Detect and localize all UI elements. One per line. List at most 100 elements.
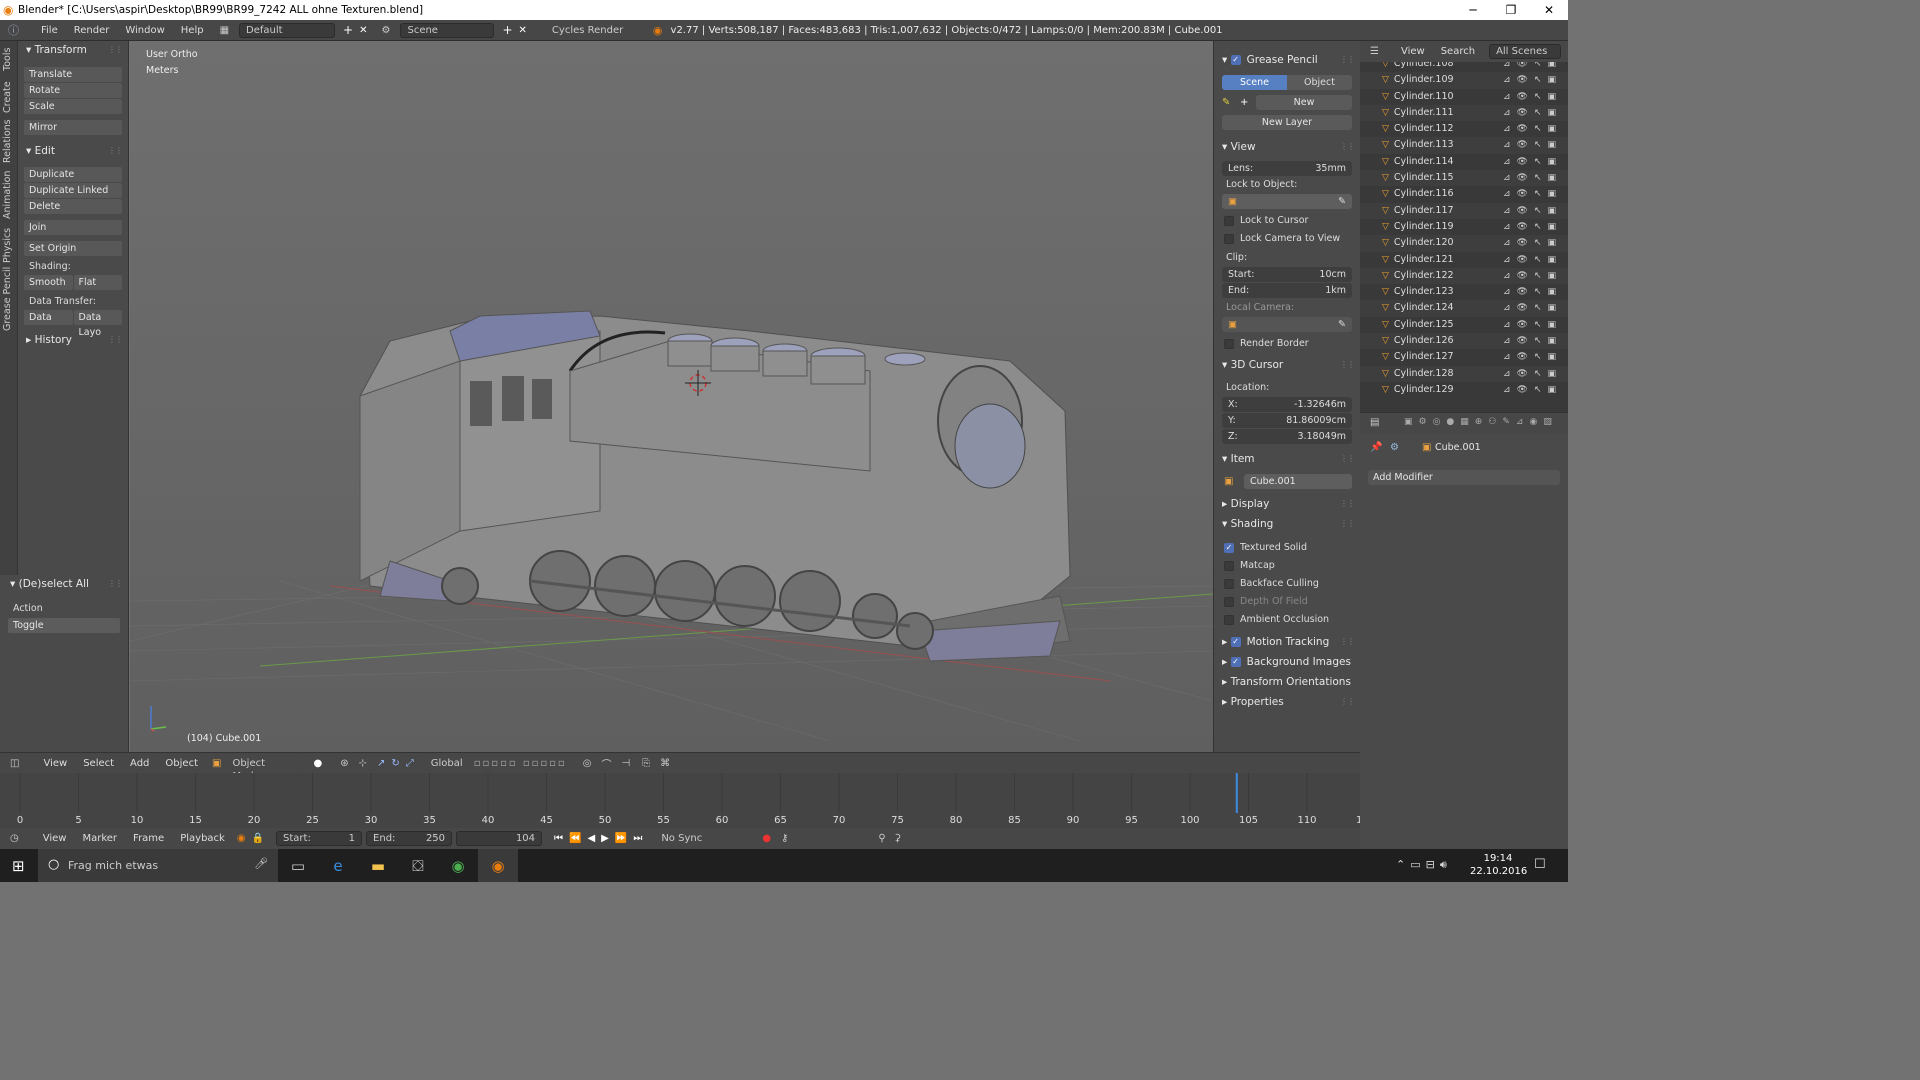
mode-selector[interactable]: Object Mode xyxy=(225,755,302,782)
delete-keyframe-icon[interactable]: ⚳ xyxy=(894,833,901,844)
outliner-list[interactable]: ▽ Cylinder.108 ⊿👁︎↖▣ ▽ Cylinder.109 ⊿👁︎↖▣ ▽ Cyl… xyxy=(1360,62,1568,412)
timeline[interactable]: 0 5 10 15 20 25 30 35 40 45 50 55 60 65 70 75 80 85 90 95 10… xyxy=(0,773,1360,828)
timeline-editor-icon[interactable]: ◷ xyxy=(10,833,19,844)
notifications-icon[interactable]: ☐ xyxy=(1534,857,1546,872)
outliner-item[interactable]: ▽ Cylinder.119 ⊿👁︎↖▣ xyxy=(1360,219,1568,235)
camera-eyedropper-icon[interactable]: ✎ xyxy=(1338,317,1346,332)
menu-help[interactable]: Help xyxy=(173,25,212,36)
translate-button[interactable]: Translate xyxy=(24,67,122,82)
eyedropper-icon[interactable]: ✎ xyxy=(1338,194,1346,209)
data-button[interactable]: Data xyxy=(24,310,73,325)
3d-cursor-panel-header[interactable]: ▾ 3D Cursor ⋮⋮ xyxy=(1214,356,1360,374)
opengl-render-icon[interactable]: ⌘ xyxy=(660,758,670,769)
clip-end-field[interactable]: End: 1km xyxy=(1222,283,1352,298)
motion-tracking-header[interactable]: ▸ ✓ Motion Tracking ⋮⋮ xyxy=(1214,633,1360,651)
outliner-item[interactable]: ▽ Cylinder.111 ⊿👁︎↖▣ xyxy=(1360,104,1568,122)
action-selector[interactable]: Toggle xyxy=(8,618,120,633)
current-frame-field[interactable]: 104 xyxy=(456,831,543,846)
visibility-icons[interactable]: ⊿👁︎↖▣ xyxy=(1503,72,1562,88)
render-preview-icon[interactable]: ⎘ xyxy=(642,758,650,769)
add-modifier-button[interactable]: Add Modifier xyxy=(1368,470,1560,485)
visibility-icons[interactable]: ⊿👁︎↖▣ xyxy=(1503,89,1562,105)
orientation-selector[interactable]: Global xyxy=(423,755,464,771)
flat-button[interactable]: Flat xyxy=(73,275,122,290)
visibility-icons[interactable]: ⊿👁︎↖▣ xyxy=(1503,268,1562,284)
maximize-button[interactable]: ❐ xyxy=(1492,0,1530,20)
microphone-icon[interactable]: 🎤︎ xyxy=(254,857,268,870)
manipulator-icon[interactable]: ⊹ xyxy=(359,758,367,769)
lens-field[interactable]: Lens: 35mm xyxy=(1222,161,1352,176)
frame-menu[interactable]: Frame xyxy=(125,833,172,844)
outliner-item[interactable]: ▽ Cylinder.122 ⊿👁︎↖▣ xyxy=(1360,267,1568,285)
clock[interactable]: 19:14 22.10.2016 xyxy=(1470,852,1527,878)
backface-culling-option[interactable]: Backface Culling xyxy=(1214,575,1360,593)
ambient-occlusion-option[interactable]: Ambient Occlusion xyxy=(1214,611,1360,629)
visibility-icons[interactable]: ⊿👁︎↖▣ xyxy=(1503,382,1562,398)
menu-file[interactable]: File xyxy=(33,25,66,36)
lock-object-field[interactable]: ▣ ✎ xyxy=(1222,194,1352,209)
start-frame-field[interactable]: Start: 1 xyxy=(276,831,363,846)
outliner-item[interactable]: ▽ Cylinder.112 ⊿👁︎↖▣ xyxy=(1360,121,1568,137)
outliner-item[interactable]: ▽ Cylinder.120 ⊿👁︎↖▣ xyxy=(1360,235,1568,252)
outliner-item[interactable]: ▽ Cylinder.110 ⊿👁︎↖▣ xyxy=(1360,89,1568,105)
grease-pencil-checkbox[interactable]: ✓ xyxy=(1230,55,1241,65)
render-border-option[interactable]: Render Border xyxy=(1214,335,1360,353)
duplicate-linked-button[interactable]: Duplicate Linked xyxy=(24,183,122,198)
cursor-y-field[interactable]: Y: 81.86009cm xyxy=(1222,413,1352,428)
pin-icon[interactable]: 📌 xyxy=(1370,442,1382,453)
depth-of-field-option[interactable]: Depth Of Field xyxy=(1214,593,1360,611)
outliner-item[interactable]: ▽ Cylinder.129 ⊿👁︎↖▣ xyxy=(1360,382,1568,398)
item-panel-header[interactable]: ▾ Item ⋮⋮ xyxy=(1214,450,1360,468)
record-icon[interactable]: ● xyxy=(762,833,771,844)
matcap-option[interactable]: Matcap xyxy=(1214,557,1360,575)
rotate-manipulator-icon[interactable]: ↻ xyxy=(391,758,399,769)
outliner-item[interactable]: ▽ Cylinder.109 ⊿👁︎↖▣ xyxy=(1360,72,1568,89)
layer-buttons[interactable]: ▫▫▫▫▫ ▫▫▫▫▫ xyxy=(474,758,567,769)
history-panel-header[interactable]: ▸ History ⋮⋮ xyxy=(18,331,128,349)
3d-view-editor-icon[interactable]: ◫ xyxy=(10,758,19,769)
lock-icon[interactable]: 🔒 xyxy=(252,833,264,844)
visibility-icons[interactable]: ⊿👁︎↖▣ xyxy=(1503,137,1562,153)
new-layer-button[interactable]: New Layer xyxy=(1222,115,1352,130)
data-layout-button[interactable]: Data Layo xyxy=(73,310,122,338)
snap-element-icon[interactable]: ⊣ xyxy=(621,758,630,769)
blender-taskbar-icon[interactable]: ◉ xyxy=(478,849,518,882)
pivot-icon[interactable]: ⊛ xyxy=(340,758,348,769)
tab-grease-pencil[interactable]: Grease Pencil xyxy=(2,267,13,331)
outliner-item[interactable]: ▽ Cylinder.115 ⊿👁︎↖▣ xyxy=(1360,170,1568,187)
outliner-item[interactable]: ▽ Cylinder.116 ⊿👁︎↖▣ xyxy=(1360,186,1568,202)
outliner-search-menu[interactable]: Search xyxy=(1433,46,1483,57)
add-layout-icon[interactable]: + xyxy=(343,23,353,37)
marker-menu[interactable]: Marker xyxy=(74,833,125,844)
visibility-icons[interactable]: ⊿👁︎↖▣ xyxy=(1503,317,1562,333)
remove-scene-icon[interactable]: ✕ xyxy=(519,25,527,36)
lock-camera-option[interactable]: Lock Camera to View xyxy=(1214,230,1360,248)
chrome-icon[interactable]: ◉ xyxy=(438,849,478,882)
keying-set-icon[interactable]: ⚷ xyxy=(781,833,788,844)
duplicate-button[interactable]: Duplicate xyxy=(24,167,122,182)
minimize-button[interactable]: ─ xyxy=(1454,0,1492,20)
add-menu[interactable]: Add xyxy=(122,758,157,769)
background-images-header[interactable]: ▸ ✓ Background Images xyxy=(1214,653,1360,671)
cursor-x-field[interactable]: X: -1.32646m xyxy=(1222,397,1352,412)
system-tray-icons[interactable]: ⌃▭⊟🔊︎ xyxy=(1396,858,1452,872)
select-menu[interactable]: Select xyxy=(75,758,122,769)
smooth-button[interactable]: Smooth xyxy=(24,275,73,290)
locomotive-model[interactable] xyxy=(359,310,1071,662)
outliner-item[interactable]: ▽ Cylinder.114 ⊿👁︎↖▣ xyxy=(1360,154,1568,170)
properties-header[interactable]: ▸ Properties ⋮⋮ xyxy=(1214,693,1360,711)
cursor-z-field[interactable]: Z: 3.18049m xyxy=(1222,429,1352,444)
add-icon[interactable]: + xyxy=(1240,97,1256,108)
outliner-item[interactable]: ▽ Cylinder.108 ⊿👁︎↖▣ xyxy=(1360,62,1568,72)
visibility-icons[interactable]: ⊿👁︎↖▣ xyxy=(1503,62,1562,72)
menu-window[interactable]: Window xyxy=(117,25,172,36)
grease-pencil-scene-tab[interactable]: Scene xyxy=(1222,75,1287,90)
local-camera-field[interactable]: ▣ ✎ xyxy=(1222,317,1352,332)
operator-panel-header[interactable]: ▾ (De)select All ⋮⋮ xyxy=(0,575,128,593)
tab-tools[interactable]: Tools xyxy=(2,48,13,71)
scene-icon[interactable]: ⚙ xyxy=(382,25,391,36)
close-button[interactable]: ✕ xyxy=(1530,0,1568,20)
rotate-button[interactable]: Rotate xyxy=(24,83,122,98)
store-icon[interactable]: ⛋ xyxy=(398,849,438,882)
task-view-icon[interactable]: ▭ xyxy=(278,849,318,882)
